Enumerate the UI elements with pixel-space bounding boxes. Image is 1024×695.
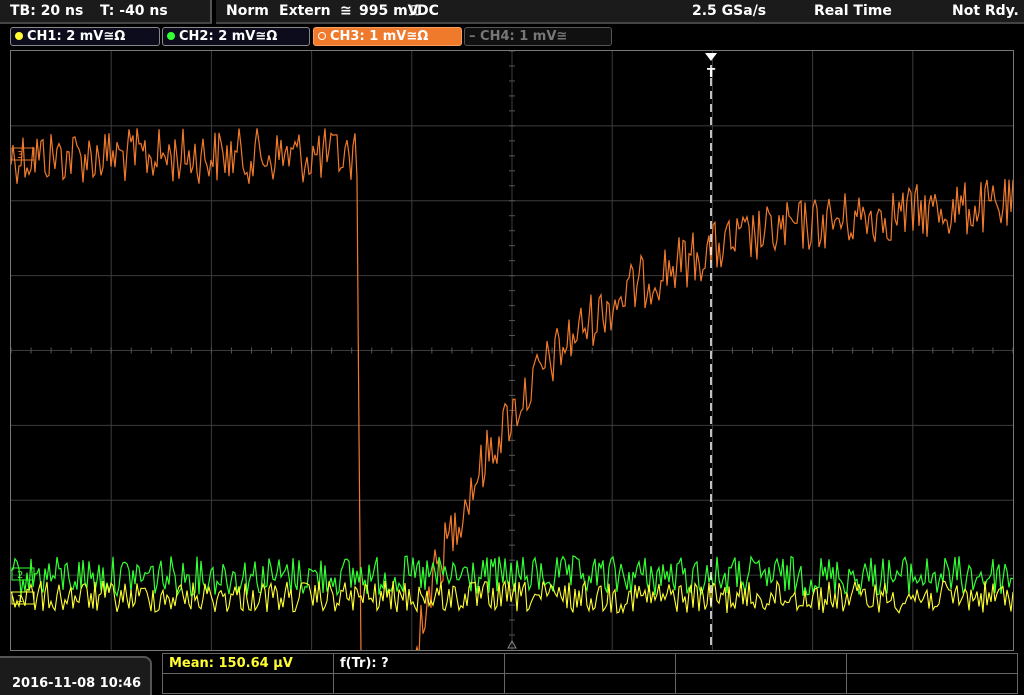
channel-tab-ch1[interactable]: CH1: 2 mV≅Ω (10, 27, 160, 46)
measurement-cell-empty-6[interactable] (504, 673, 676, 694)
ready-state: Not Rdy. (952, 3, 1019, 19)
ch2-level-marker-label: 2 (17, 570, 23, 581)
ch1-color-dot-icon (15, 32, 23, 40)
trigger-marker-label: T (707, 66, 716, 80)
waveform-display[interactable]: T 3 2 1 (10, 50, 1014, 656)
measurement-cell-mean[interactable]: Mean: 150.64 µV (162, 653, 334, 674)
ch2-label: CH2: 2 mV (179, 29, 256, 44)
trigger-status-panel[interactable]: Norm Extern ≅ 995 mV ⎍ DC 2.5 GSa/s Real… (216, 0, 1024, 24)
ch4-coupling-icon: ≅ (556, 29, 568, 44)
datetime-panel: 2016-11-08 10:46 (0, 656, 152, 695)
measurement-cell-empty-5[interactable] (333, 673, 505, 694)
measurement-risetime: f(Tr): ? (340, 656, 389, 671)
coupling-icon: ≅ (340, 3, 352, 19)
trigger-time-readout[interactable]: T: -40 ns (100, 3, 168, 19)
measurement-cell-empty-7[interactable] (675, 673, 847, 694)
channel-tab-ch2[interactable]: CH2: 2 mV≅Ω (162, 27, 310, 46)
trigger-mode[interactable]: Norm (226, 3, 269, 19)
timebase-readout[interactable]: TB: 20 ns (10, 3, 83, 19)
measurement-cell-empty-2[interactable] (675, 653, 847, 674)
measurement-cell-empty-3[interactable] (846, 653, 1018, 674)
trigger-coupling[interactable]: DC (417, 3, 439, 19)
ch1-label: CH1: 2 mV (27, 29, 104, 44)
measurement-cell-empty-4[interactable] (162, 673, 334, 694)
measurement-mean: Mean: 150.64 µV (169, 656, 293, 671)
datetime-readout: 2016-11-08 10:46 (12, 676, 142, 691)
trigger-arrow-icon (705, 53, 717, 61)
ch4-label: CH4: 1 mV (480, 29, 557, 44)
measurement-panel[interactable]: Mean: 150.64 µV f(Tr): ? (162, 653, 1018, 695)
ch3-label: CH3: 1 mV (330, 29, 407, 44)
ch1-level-marker-label: 1 (17, 594, 23, 605)
channel-tab-ch3[interactable]: CH3: 1 mV≅Ω (313, 27, 462, 46)
channel-tab-ch4[interactable]: – CH4: 1 mV≅ (464, 27, 612, 46)
ch4-off-icon: – (469, 29, 481, 44)
measurement-cell-empty-1[interactable] (504, 653, 676, 674)
ch1-coupling-icon: ≅Ω (103, 29, 126, 44)
timebase-panel[interactable]: TB: 20 ns T: -40 ns (0, 0, 212, 24)
trigger-source[interactable]: Extern (279, 3, 331, 19)
measurement-cell-empty-8[interactable] (846, 673, 1018, 694)
waveform-svg: T 3 2 1 (10, 50, 1014, 656)
ch3-level-marker-label: 3 (17, 150, 23, 161)
ch2-coupling-icon: ≅Ω (255, 29, 278, 44)
measurement-cell-risetime[interactable]: f(Tr): ? (333, 653, 505, 674)
ch2-color-dot-icon (167, 32, 175, 40)
acquisition-mode[interactable]: Real Time (814, 3, 892, 19)
ch3-coupling-icon: ≅Ω (406, 29, 429, 44)
sample-rate[interactable]: 2.5 GSa/s (692, 3, 766, 19)
ch3-color-dot-icon (318, 32, 326, 40)
